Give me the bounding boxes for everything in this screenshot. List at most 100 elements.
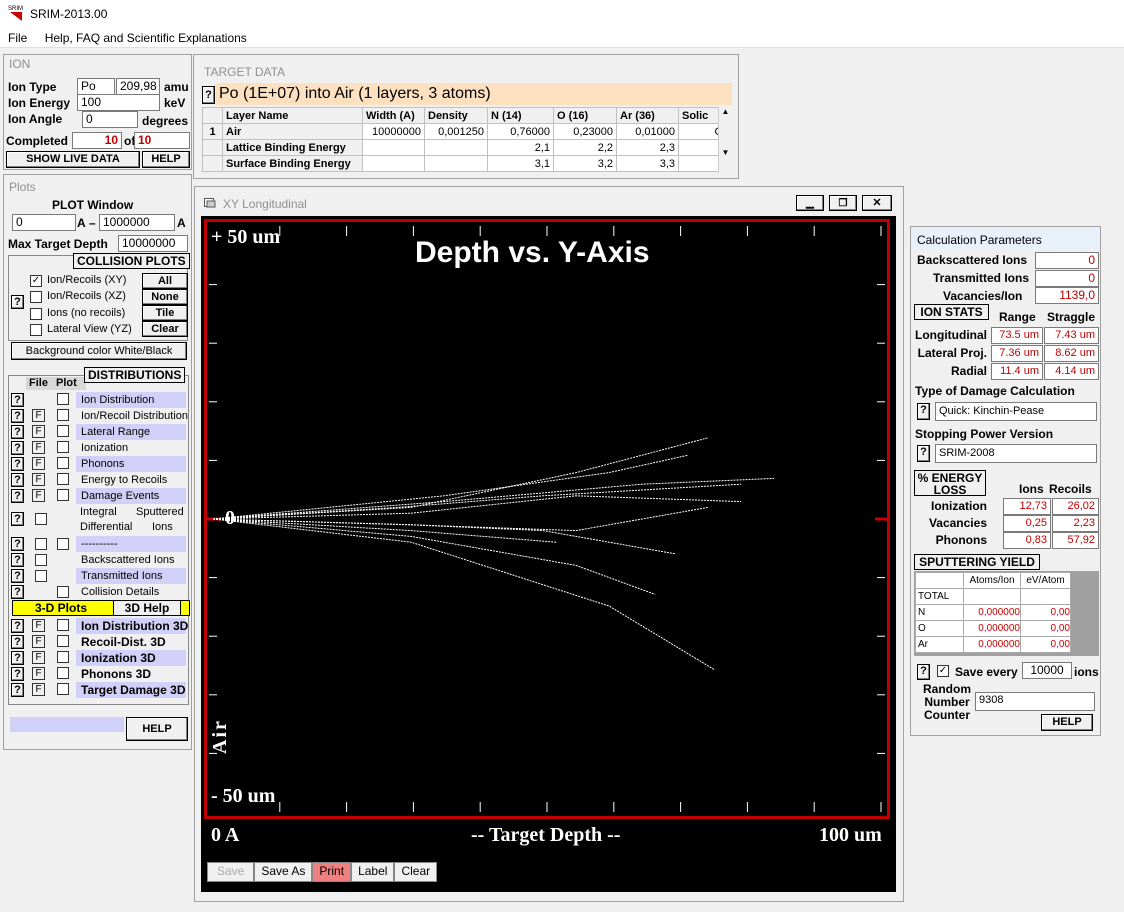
plot-checkbox[interactable] <box>57 457 69 469</box>
o-cell[interactable]: 3,2 <box>553 155 617 172</box>
transmitted-help-q[interactable]: ? <box>11 569 24 583</box>
plot-checkbox[interactable] <box>57 409 69 421</box>
n-cell[interactable]: 2,1 <box>487 139 554 156</box>
n-cell[interactable]: 3,1 <box>487 155 554 172</box>
show-live-data-button[interactable]: SHOW LIVE DATA <box>6 151 140 168</box>
plot-checkbox[interactable] <box>57 393 69 405</box>
file-toggle-3d[interactable]: F <box>32 651 45 664</box>
ion-type-field[interactable]: Po <box>77 78 115 95</box>
table-row[interactable]: Surface Binding Energy 3,1 3,2 3,3 <box>202 155 727 172</box>
ions-no-recoils-checkbox[interactable] <box>30 308 42 320</box>
dist-help-q[interactable]: ? <box>11 473 24 487</box>
plot3d-checkbox[interactable] <box>57 651 69 663</box>
table-cell[interactable] <box>424 155 488 172</box>
dist-help-q[interactable]: ? <box>11 441 24 455</box>
collision-details-help-q[interactable]: ? <box>11 585 24 599</box>
width-cell[interactable]: 10000000 <box>362 123 425 140</box>
background-color-button[interactable]: Background color White/Black <box>11 342 187 360</box>
file-toggle[interactable]: F <box>32 489 45 502</box>
table-row[interactable]: 1 Air 10000000 0,001250 0,76000 0,23000 … <box>202 123 727 140</box>
file-toggle[interactable]: F <box>32 441 45 454</box>
save-every-checkbox[interactable]: ✓ <box>937 665 949 677</box>
dist-help-q[interactable]: ? <box>11 393 24 407</box>
total-ions-field[interactable]: 10 <box>134 132 190 149</box>
table-scrollbar[interactable]: ▲ ▼ <box>718 107 732 173</box>
menu-file[interactable]: File <box>0 28 27 45</box>
dashes-checkbox-2[interactable] <box>57 538 69 550</box>
lateral-view-checkbox[interactable] <box>30 324 42 336</box>
xy-checkbox[interactable]: ✓ <box>30 275 42 287</box>
backscattered-checkbox[interactable] <box>35 554 47 566</box>
collision-help-q[interactable]: ? <box>11 295 24 309</box>
clear-button[interactable]: Clear <box>142 321 188 337</box>
ion-mass-field[interactable]: 209,98 <box>116 78 160 95</box>
damage-type-field[interactable]: Quick: Kinchin-Pease <box>935 402 1097 421</box>
file-toggle[interactable]: F <box>32 409 45 422</box>
n-cell[interactable]: 0,76000 <box>487 123 554 140</box>
table-row[interactable]: Lattice Binding Energy 2,1 2,2 2,3 <box>202 139 727 156</box>
damage-help-q[interactable]: ? <box>917 403 930 420</box>
file-toggle-3d[interactable]: F <box>32 619 45 632</box>
help3d-button[interactable]: 3D Help <box>113 601 181 615</box>
layer-name-cell[interactable]: Air <box>222 123 363 140</box>
plot-checkbox[interactable] <box>57 489 69 501</box>
ar-cell[interactable]: 0,01000 <box>616 123 679 140</box>
table-cell[interactable] <box>362 139 425 156</box>
plot3d-checkbox[interactable] <box>57 619 69 631</box>
scroll-down-icon[interactable]: ▼ <box>719 148 732 157</box>
table-cell[interactable] <box>424 139 488 156</box>
sputter-help-q[interactable]: ? <box>11 512 24 526</box>
dist3d-help-q[interactable]: ? <box>11 683 24 697</box>
dist-help-q[interactable]: ? <box>11 457 24 471</box>
save-every-field[interactable]: 10000 <box>1022 662 1072 679</box>
maximize-icon[interactable]: ❐ <box>829 195 857 211</box>
xz-checkbox[interactable] <box>30 291 42 303</box>
stopping-help-q[interactable]: ? <box>917 445 930 462</box>
scroll-up-icon[interactable]: ▲ <box>719 107 732 116</box>
dist3d-help-q[interactable]: ? <box>11 651 24 665</box>
dist-help-q[interactable]: ? <box>11 425 24 439</box>
plot3d-checkbox[interactable] <box>57 667 69 679</box>
file-toggle[interactable]: F <box>32 425 45 438</box>
plot-checkbox[interactable] <box>57 425 69 437</box>
print-button[interactable]: Print <box>312 862 352 882</box>
minimize-icon[interactable]: ▁ <box>796 195 824 211</box>
target-help-q[interactable]: ? <box>202 86 215 104</box>
label-button[interactable]: Label <box>351 862 395 882</box>
calc-help-button[interactable]: HELP <box>1041 714 1093 731</box>
ar-cell[interactable]: 2,3 <box>616 139 679 156</box>
file-toggle-3d[interactable]: F <box>32 635 45 648</box>
backscattered-help-q[interactable]: ? <box>11 553 24 567</box>
ion-angle-field[interactable]: 0 <box>82 111 138 128</box>
close-icon[interactable]: ✕ <box>862 195 892 211</box>
random-counter-field[interactable]: 9308 <box>975 692 1095 711</box>
integral-checkbox[interactable] <box>35 513 47 525</box>
dashes-help-q[interactable]: ? <box>11 537 24 551</box>
o-cell[interactable]: 2,2 <box>553 139 617 156</box>
file-toggle[interactable]: F <box>32 473 45 486</box>
plot3d-checkbox[interactable] <box>57 683 69 695</box>
plot3d-checkbox[interactable] <box>57 635 69 647</box>
transmitted-checkbox[interactable] <box>35 570 47 582</box>
dist3d-help-q[interactable]: ? <box>11 667 24 681</box>
clear-plot-button[interactable]: Clear <box>394 862 438 882</box>
plot-checkbox[interactable] <box>57 441 69 453</box>
dist3d-help-q[interactable]: ? <box>11 619 24 633</box>
file-toggle[interactable]: F <box>32 457 45 470</box>
all-button[interactable]: All <box>142 273 188 289</box>
save-button[interactable]: Save <box>207 862 255 882</box>
density-cell[interactable]: 0,001250 <box>424 123 488 140</box>
tile-button[interactable]: Tile <box>142 305 188 321</box>
dist-help-q[interactable]: ? <box>11 489 24 503</box>
max-depth-field[interactable]: 10000000 <box>118 235 188 252</box>
menu-help[interactable]: Help, FAQ and Scientific Explanations <box>31 28 247 45</box>
collision-details-checkbox[interactable] <box>57 586 69 598</box>
dist3d-help-q[interactable]: ? <box>11 635 24 649</box>
save-as-button[interactable]: Save As <box>254 862 313 882</box>
dashes-checkbox-1[interactable] <box>35 538 47 550</box>
ion-energy-field[interactable]: 100 <box>77 94 160 111</box>
plots-help-button[interactable]: HELP <box>126 717 188 741</box>
save-every-help-q[interactable]: ? <box>917 664 930 680</box>
ion-help-button[interactable]: HELP <box>142 151 190 168</box>
plot-checkbox[interactable] <box>57 473 69 485</box>
